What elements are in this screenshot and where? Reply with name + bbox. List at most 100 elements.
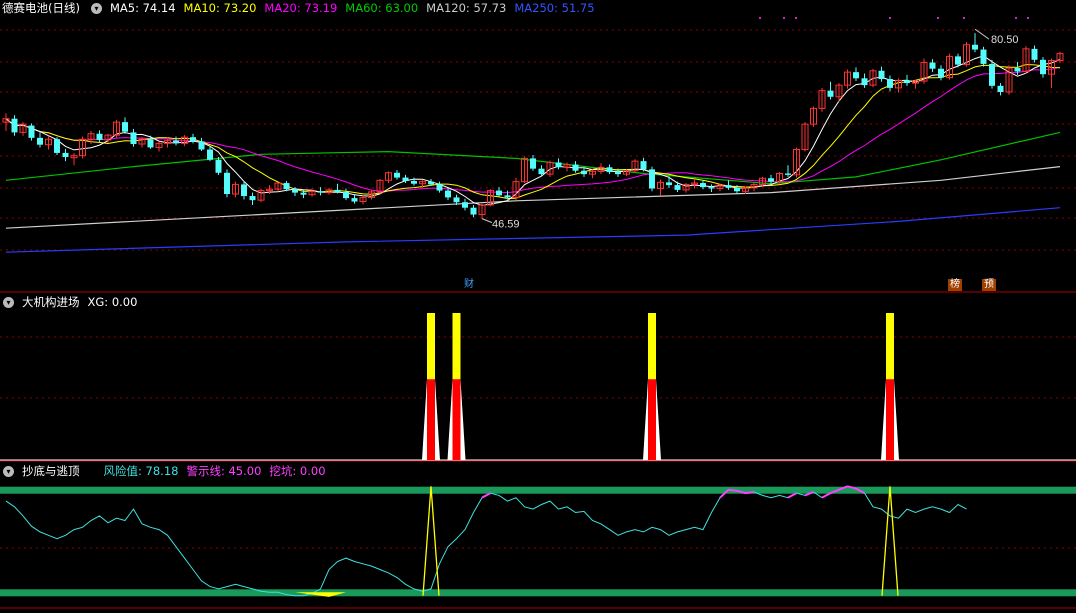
candle-body xyxy=(785,173,791,175)
institution-header: ▾ 大机构进场 XG: 0.00 xyxy=(0,294,145,310)
candle-body xyxy=(674,185,681,190)
candle-body xyxy=(972,44,978,50)
main-kline-panel: 80.50 46.59 德赛电池(日线) ▾ MA5: 74.14 MA10: 7… xyxy=(0,0,1076,293)
candle-body xyxy=(640,161,647,170)
risk-header: ▾ 抄底与逃顶 风险值: 78.18 警示线: 45.00 挖坑: 0.00 xyxy=(0,463,334,479)
candle-body xyxy=(708,187,715,189)
signal-dot xyxy=(783,17,785,19)
candle-body xyxy=(207,149,213,160)
candle-body xyxy=(173,140,179,144)
settings-circle-icon[interactable]: ▾ xyxy=(90,2,102,14)
institution-chart xyxy=(0,313,1076,462)
candle-body xyxy=(827,90,834,97)
candle-body xyxy=(615,172,621,175)
ma60-label: MA60: 63.00 xyxy=(345,1,419,15)
candle-body xyxy=(11,118,18,133)
settings-circle-icon[interactable]: ▾ xyxy=(3,296,14,308)
candle-body xyxy=(1014,68,1021,72)
ma120-label: MA120: 57.73 xyxy=(426,1,507,15)
candle-body xyxy=(1031,48,1038,60)
candle-body xyxy=(581,170,587,175)
candle-body xyxy=(929,62,936,69)
candle-body xyxy=(649,169,655,189)
candle-body xyxy=(887,78,893,88)
top-band xyxy=(0,486,1076,494)
candle-body xyxy=(955,56,961,65)
candle-body xyxy=(334,189,341,192)
forecast-badge[interactable]: 预 xyxy=(982,279,996,291)
candle-body xyxy=(853,72,859,79)
candle-body xyxy=(997,85,1004,92)
ma120-line xyxy=(5,166,1061,229)
signal-dot xyxy=(963,17,965,19)
kline-chart: 80.50 46.59 xyxy=(0,17,1076,293)
signal-dot xyxy=(1027,17,1029,19)
signal-red-bar xyxy=(886,379,894,460)
top-warning-segment xyxy=(787,492,797,499)
candle-body xyxy=(496,190,502,196)
candle-body xyxy=(700,183,706,188)
signal-dot xyxy=(937,17,939,19)
top-warning-segment xyxy=(481,492,491,499)
signal-yellow-bar xyxy=(648,313,656,380)
bottom-band xyxy=(0,589,1076,597)
bottom-signal-spike xyxy=(422,486,440,596)
candle-body xyxy=(725,185,732,188)
candle-body xyxy=(96,133,103,140)
candle-body xyxy=(445,190,451,198)
settings-circle-icon[interactable]: ▾ xyxy=(3,465,14,477)
signal-yellow-bar xyxy=(886,313,894,380)
candle-body xyxy=(904,80,910,84)
top-warning-segment xyxy=(821,492,831,499)
candle-body xyxy=(62,152,69,158)
candle-body xyxy=(504,195,511,198)
bottom-top-panel: ▾ 抄底与逃顶 风险值: 78.18 警示线: 45.00 挖坑: 0.00 xyxy=(0,462,1076,613)
risk-chart xyxy=(0,485,1076,609)
candle-body xyxy=(343,191,349,199)
rank-badge[interactable]: 榜 xyxy=(948,279,962,291)
signal-dot xyxy=(759,17,761,19)
candle-body xyxy=(989,63,995,86)
candle-body xyxy=(572,164,579,171)
candle-body xyxy=(37,137,43,145)
candle-body xyxy=(249,196,256,201)
signal-dot xyxy=(795,17,797,19)
top-warning-segment xyxy=(728,488,738,492)
dig-label: 挖坑: 0.00 xyxy=(269,464,326,478)
ma20-label: MA20: 73.19 xyxy=(264,1,338,15)
candle-body xyxy=(317,191,324,193)
candle-body xyxy=(666,182,672,186)
candle-body xyxy=(462,202,468,208)
candle-body xyxy=(402,177,409,181)
candle-body xyxy=(606,167,613,173)
candle-body xyxy=(530,158,536,169)
candle-body xyxy=(470,207,477,215)
signal-red-bar xyxy=(427,379,435,460)
signal-yellow-bar xyxy=(452,313,461,380)
finance-badge[interactable]: 财 xyxy=(462,279,476,291)
candle-body xyxy=(198,141,205,150)
candle-body xyxy=(428,181,434,185)
signal-dot xyxy=(1015,17,1017,19)
candle-body xyxy=(224,172,230,194)
candle-body xyxy=(394,172,400,178)
candle-body xyxy=(538,168,545,175)
low-pointer xyxy=(481,218,493,224)
high-price-label: 80.50 xyxy=(991,34,1019,46)
candle-body xyxy=(215,159,222,173)
signal-yellow-bar xyxy=(427,313,435,380)
candle-body xyxy=(190,137,196,142)
candle-body xyxy=(300,192,307,195)
candle-body xyxy=(453,197,460,203)
candle-body xyxy=(1040,59,1046,75)
ma5-label: MA5: 74.14 xyxy=(109,1,176,15)
candle-body xyxy=(768,178,774,182)
xg-label: XG: 0.00 xyxy=(87,295,138,309)
ma10-label: MA10: 73.20 xyxy=(183,1,257,15)
warn-line-label: 警示线: 45.00 xyxy=(186,464,262,478)
signal-dot xyxy=(889,17,891,19)
candle-body xyxy=(411,180,417,184)
candle-body xyxy=(878,70,885,79)
candle-body xyxy=(555,162,562,168)
candle-body xyxy=(241,184,247,197)
